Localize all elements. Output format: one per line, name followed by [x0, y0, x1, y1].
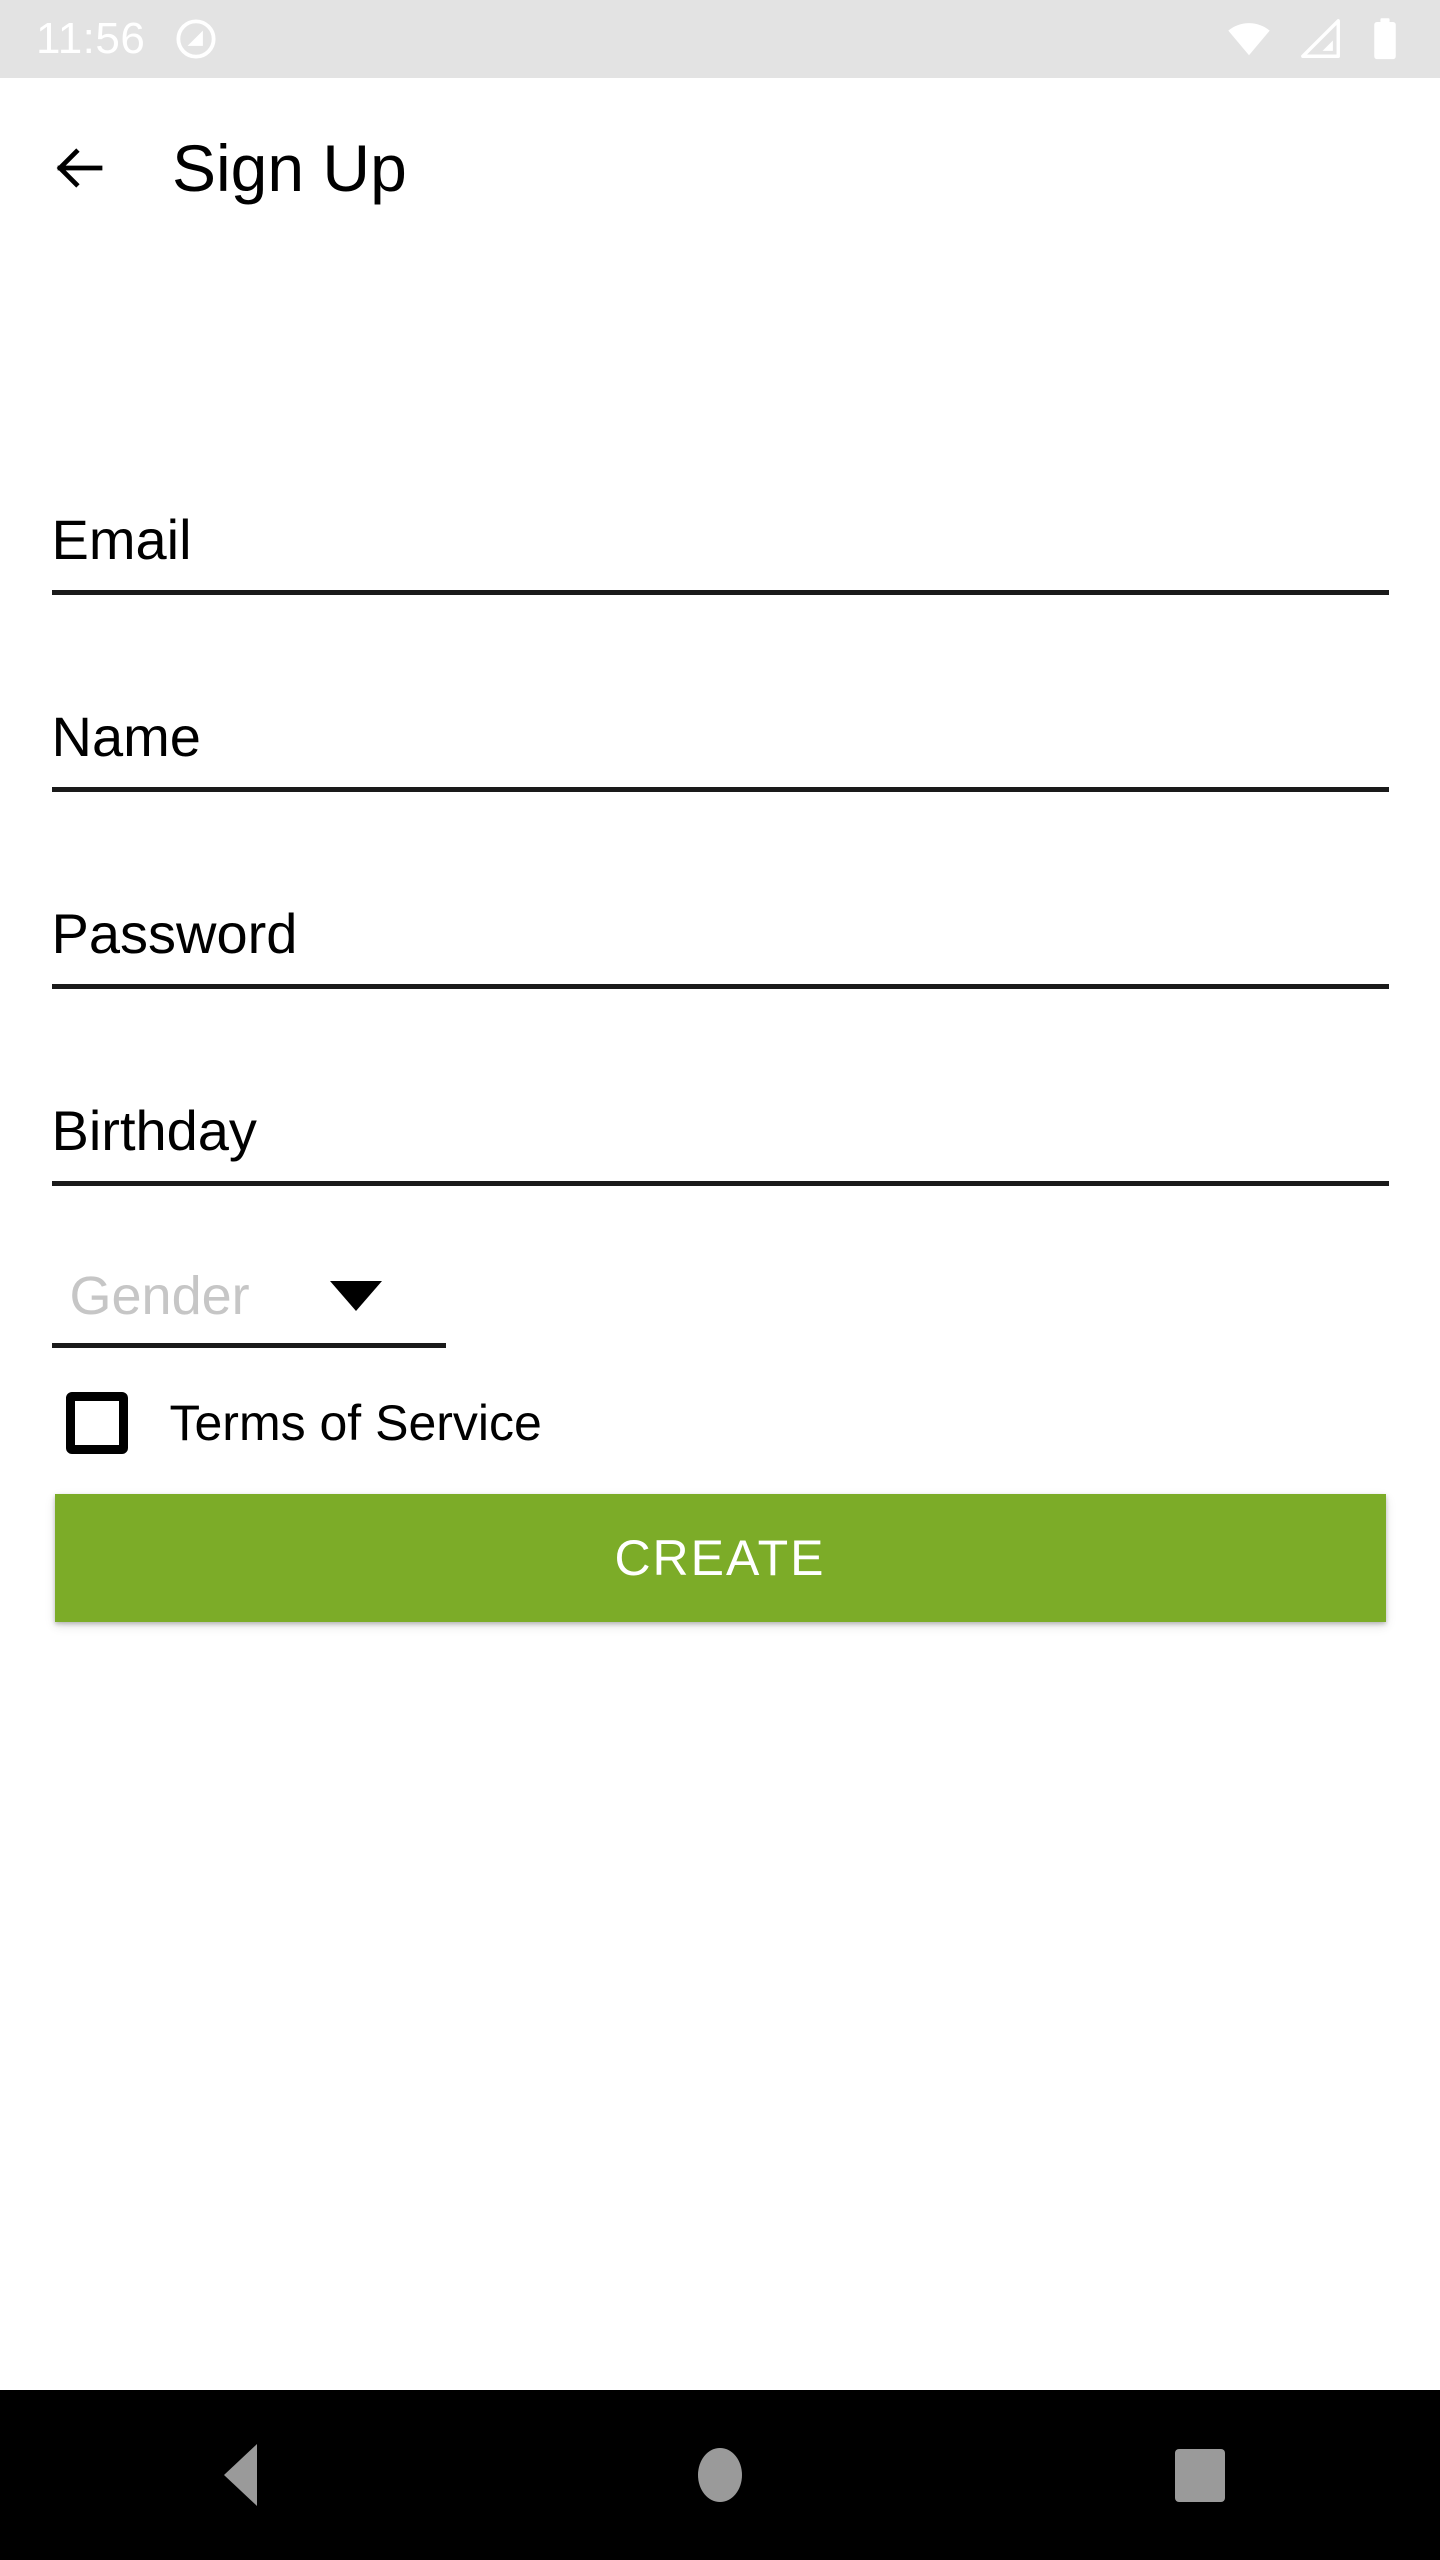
gender-select[interactable]: Gender [51, 1208, 1389, 1348]
triangle-left-icon [223, 2444, 257, 2506]
create-button[interactable]: CREATE [54, 1494, 1386, 1622]
nav-home-button[interactable] [630, 2390, 810, 2560]
terms-checkbox[interactable] [65, 1392, 128, 1454]
android-navigation-bar [0, 2390, 1440, 2560]
email-field[interactable]: Email [51, 398, 1389, 595]
battery-icon [1370, 16, 1400, 62]
email-field-text: Email [51, 508, 192, 571]
terms-checkbox-label: Terms of Service [169, 1395, 542, 1451]
do-not-disturb-icon [173, 16, 219, 62]
status-bar-right-icons [1226, 16, 1400, 62]
birthday-field-underline [51, 1181, 1389, 1186]
cell-signal-icon [1298, 16, 1344, 62]
phone-screen: 11:56 Sign Up Email Name Password Birthd… [0, 0, 1440, 2560]
app-bar: Sign Up [0, 78, 1440, 258]
status-bar: 11:56 [0, 0, 1440, 78]
terms-checkbox-row[interactable]: Terms of Service [52, 1392, 1389, 1454]
signup-form: Email Name Password Birthday Gender Term… [0, 258, 1440, 1622]
arrow-left-icon [50, 138, 110, 198]
nav-back-button[interactable] [150, 2390, 330, 2560]
status-bar-clock: 11:56 [36, 14, 146, 63]
gender-select-inner: Gender [51, 1208, 446, 1348]
chevron-down-icon [329, 1281, 382, 1311]
back-button[interactable] [32, 120, 128, 216]
name-field[interactable]: Name [51, 595, 1389, 792]
gender-select-value: Gender [69, 1266, 250, 1326]
gender-select-row: Gender [52, 1269, 446, 1343]
nav-recents-button[interactable] [1110, 2390, 1290, 2560]
birthday-field-text: Birthday [51, 1099, 257, 1162]
circle-icon [698, 2448, 742, 2502]
birthday-field[interactable]: Birthday [51, 989, 1389, 1186]
wifi-icon [1226, 16, 1272, 62]
name-field-text: Name [51, 705, 201, 768]
gender-select-underline [51, 1343, 446, 1348]
page-title: Sign Up [172, 131, 407, 205]
password-field[interactable]: Password [51, 792, 1389, 989]
square-icon [1175, 2448, 1225, 2502]
status-bar-left-icons [173, 16, 219, 62]
password-field-text: Password [51, 902, 298, 965]
